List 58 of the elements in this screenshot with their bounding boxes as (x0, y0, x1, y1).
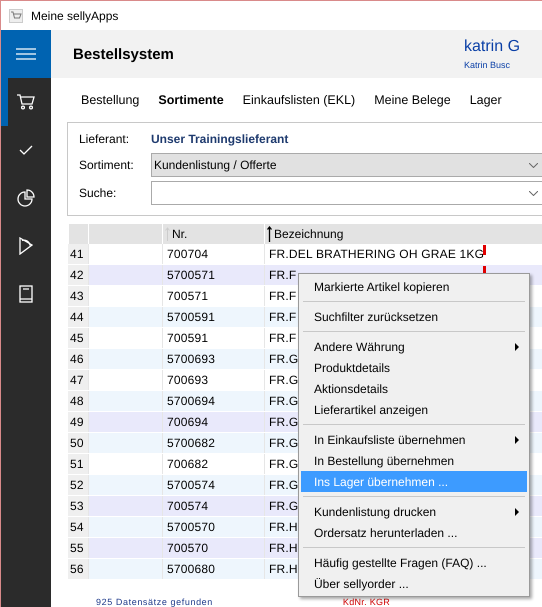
table-cell: FR.DEL BRATHERING OH GRAE 1KG (269, 247, 484, 261)
table-cell: FR.G (269, 436, 298, 450)
table-cell: FR.F (269, 289, 296, 303)
row-number: 53 (70, 499, 84, 513)
table-cell: FR.G (269, 394, 298, 408)
field-label: Lieferant: (79, 132, 130, 146)
row-number: 55 (70, 541, 84, 555)
user-name: katrin G (464, 38, 520, 56)
table-cell: 5700693 (167, 352, 216, 366)
table-cell: FR.F (269, 310, 296, 324)
window-title: Meine sellyApps (31, 8, 118, 22)
table-cell: 700571 (167, 289, 208, 303)
table-cell: FR.G (269, 457, 298, 471)
row-number: 44 (70, 310, 84, 324)
table-cell: 5700574 (167, 478, 216, 492)
table-cell: 700693 (167, 373, 208, 387)
row-number: 56 (70, 562, 84, 576)
table-cell: FR.G (269, 478, 298, 492)
table-cell: 5700591 (167, 310, 216, 324)
table-cell: 5700571 (167, 268, 216, 282)
row-number: 41 (70, 247, 84, 261)
user-detail: Katrin Busc (464, 60, 510, 70)
table-cell: FR.H (269, 541, 298, 555)
supplier-name: Unser Trainingslieferant (151, 131, 290, 148)
table-cell: FR.H (269, 520, 298, 534)
field-label: Suche: (79, 186, 118, 200)
row-number: 46 (70, 352, 84, 366)
table-cell: 5700694 (167, 394, 216, 408)
table-cell: 5700682 (167, 436, 216, 450)
table-cell: 700704 (167, 247, 208, 261)
row-number: 52 (70, 478, 84, 492)
row-number: 48 (70, 394, 84, 408)
page-title: Bestellsystem (73, 46, 174, 62)
row-number: 49 (70, 415, 84, 429)
row-number: 45 (70, 331, 84, 345)
table-cell: FR.G (269, 352, 298, 366)
table-cell: 700591 (167, 331, 208, 345)
table-cell: FR.G (269, 373, 298, 387)
table-cell: FR.F (269, 268, 296, 282)
table-cell: 5700570 (167, 520, 216, 534)
row-number: 54 (70, 520, 84, 534)
table-cell: 700570 (167, 541, 208, 555)
table-cell: FR.F (269, 331, 296, 345)
row-number: 51 (70, 457, 84, 471)
record-count: 925 Datensätze gefunden (96, 597, 213, 607)
row-number: 50 (70, 436, 84, 450)
row-number: 43 (70, 289, 84, 303)
table-cell: FR.G (269, 499, 298, 513)
table-cell: 700682 (167, 457, 208, 471)
field-label: Sortiment: (79, 158, 135, 172)
row-number: 47 (70, 373, 84, 387)
table-cell: 700694 (167, 415, 208, 429)
row-number: 42 (70, 268, 84, 282)
table-cell: 5700680 (167, 562, 216, 576)
customer-number: KdNr. KGR (342, 597, 390, 607)
table-cell: 700574 (167, 499, 208, 513)
table-cell: FR.H (269, 562, 298, 576)
table-cell: FR.G (269, 415, 298, 429)
